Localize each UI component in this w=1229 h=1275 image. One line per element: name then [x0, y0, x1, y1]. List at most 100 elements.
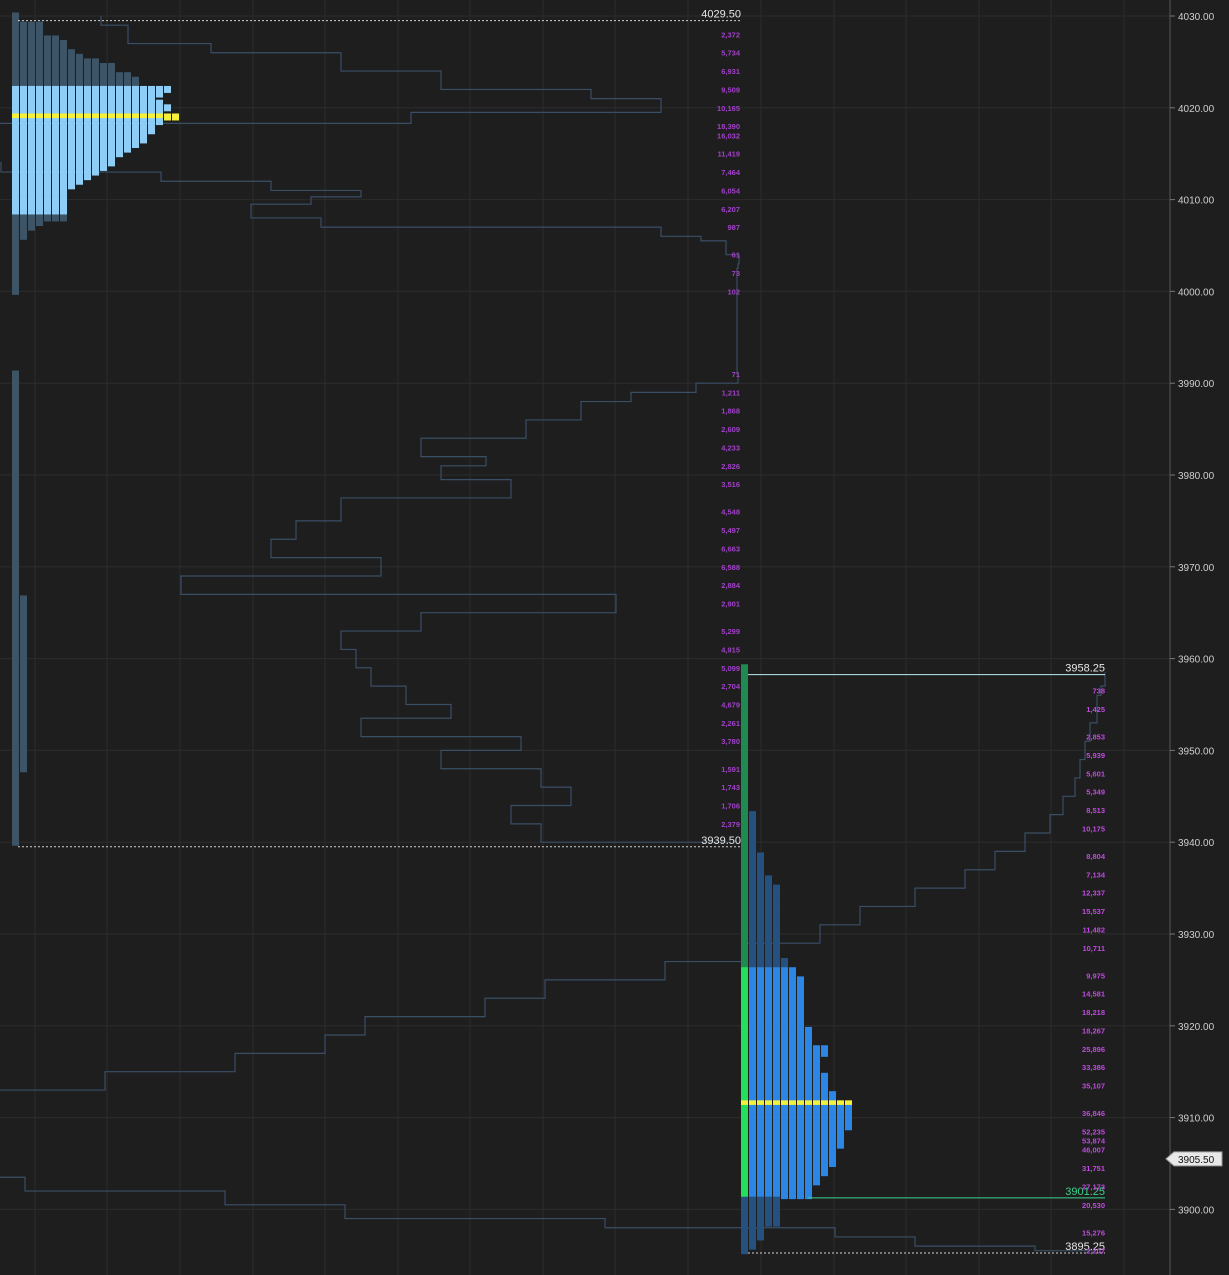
volume-label: 18,267 [1082, 1026, 1105, 1035]
axis-tick-label: 3910.00 [1178, 1114, 1215, 1125]
volume-label: 738 [1092, 687, 1105, 696]
volume-label: 15,276 [1082, 1228, 1105, 1237]
tpo-cell [172, 113, 179, 121]
tpo-cell [116, 150, 123, 158]
volume-label: 11,419 [717, 150, 740, 159]
volume-label: 102 [727, 287, 740, 296]
volume-label: 4,233 [721, 443, 740, 452]
volume-label: 10,175 [1082, 824, 1105, 833]
volume-label: 6,588 [721, 563, 740, 572]
volume-label: 71 [732, 370, 740, 379]
volume-label: 15,537 [1082, 907, 1105, 916]
volume-label: 36,846 [1082, 1109, 1105, 1118]
volume-label: 2,826 [721, 462, 740, 471]
axis-tick-label: 4000.00 [1178, 287, 1215, 298]
tpo-cell [20, 232, 27, 240]
volume-label: 2,379 [721, 820, 740, 829]
volume-label: 1,743 [721, 783, 740, 792]
axis-tick-label: 4020.00 [1178, 104, 1215, 115]
tpo-cell [36, 219, 43, 227]
tpo-cell [60, 214, 67, 222]
volume-label: 8,513 [1086, 806, 1105, 815]
axis-tick-label: 3980.00 [1178, 471, 1215, 482]
tpo-cell [164, 113, 171, 121]
axis-tick-label: 3900.00 [1178, 1205, 1215, 1216]
volume-label: 1,425 [1086, 705, 1105, 714]
volume-label: 16,032 [717, 131, 740, 140]
volume-label: 5,299 [721, 627, 740, 636]
volume-label: 12,337 [1082, 889, 1105, 898]
tpo-cell [84, 173, 91, 181]
axis-tick-label: 3950.00 [1178, 746, 1215, 757]
tpo-cell [156, 118, 163, 126]
volume-label: 5,939 [1086, 751, 1105, 760]
tpo-cell [132, 141, 139, 149]
tpo-cell [140, 136, 147, 144]
tpo-cell [765, 1219, 772, 1227]
volume-label: 6,663 [721, 544, 740, 553]
volume-label: 1,211 [722, 388, 740, 397]
volume-label: 9,975 [1086, 971, 1105, 980]
tpo-cell [76, 177, 83, 185]
volume-label: 5,734 [721, 49, 741, 58]
volume-label: 5,601 [1086, 769, 1105, 778]
tpo-cell [741, 1247, 748, 1255]
axis-tick-label: 3920.00 [1178, 1022, 1215, 1033]
volume-label: 2,207 [1086, 1247, 1105, 1256]
volume-label: 46,007 [1082, 1146, 1105, 1155]
volume-label: 3,780 [721, 737, 740, 746]
volume-label: 18,390 [717, 122, 740, 131]
axis-tick-label: 3990.00 [1178, 379, 1215, 390]
volume-label: 2,372 [721, 30, 740, 39]
volume-label: 18,218 [1082, 1008, 1105, 1017]
tpo-cell [781, 1192, 788, 1200]
volume-label: 11,482 [1082, 925, 1105, 934]
volume-label: 8,804 [1086, 852, 1106, 861]
volume-label: 5,497 [721, 526, 740, 535]
axis-tick-label: 3930.00 [1178, 930, 1215, 941]
tpo-cell [757, 1233, 764, 1241]
axis-tick-label: 4030.00 [1178, 12, 1215, 23]
axis-tick-label: 3960.00 [1178, 655, 1215, 666]
tpo-cell [148, 127, 155, 135]
volume-label: 7,464 [721, 168, 741, 177]
tpo-cell [164, 85, 171, 93]
tpo-cell [156, 90, 163, 98]
volume-label: 1,868 [721, 407, 740, 416]
market-profile-chart: 4029.503939.503958.253901.253895.25 2,37… [0, 0, 1229, 1275]
volume-label: 6,207 [721, 205, 740, 214]
current-price-label: 3905.50 [1178, 1155, 1215, 1166]
volume-label: 61 [732, 251, 740, 260]
tpo-cell [12, 287, 19, 295]
volume-label: 73 [732, 269, 740, 278]
reference-line-label: 3939.50 [701, 835, 741, 847]
tpo-cell [789, 1192, 796, 1200]
volume-label: 2,901 [721, 600, 740, 609]
volume-label: 10,165 [717, 104, 740, 113]
tpo-cell [821, 1049, 828, 1057]
volume-label: 3,516 [721, 480, 740, 489]
volume-label: 1,591 [721, 765, 740, 774]
volume-label: 5,099 [721, 664, 740, 673]
volume-label: 10,711 [1082, 944, 1105, 953]
volume-label: 53,874 [1082, 1137, 1106, 1146]
tpo-cell [837, 1141, 844, 1149]
volume-label: 6,931 [721, 67, 740, 76]
tpo-cell [845, 1123, 852, 1131]
grid-layer [0, 0, 1229, 1275]
reference-line-label: 3958.25 [1065, 663, 1105, 675]
volume-label: 25,896 [1082, 1045, 1105, 1054]
volume-label: 2,609 [721, 425, 740, 434]
volume-label: 6,054 [721, 186, 741, 195]
volume-label: 2,884 [721, 581, 741, 590]
axis-tick-label: 3940.00 [1178, 838, 1215, 849]
volume-label: 14,581 [1082, 990, 1105, 999]
tpo-cell [20, 765, 27, 773]
tpo-cell [797, 1192, 804, 1200]
tpo-cell [100, 163, 107, 171]
volume-label: 5,349 [1086, 788, 1105, 797]
volume-label: 35,107 [1082, 1081, 1105, 1090]
volume-label: 2,261 [721, 719, 740, 728]
volume-label: 7,134 [1086, 870, 1106, 879]
tpo-cell [829, 1160, 836, 1167]
